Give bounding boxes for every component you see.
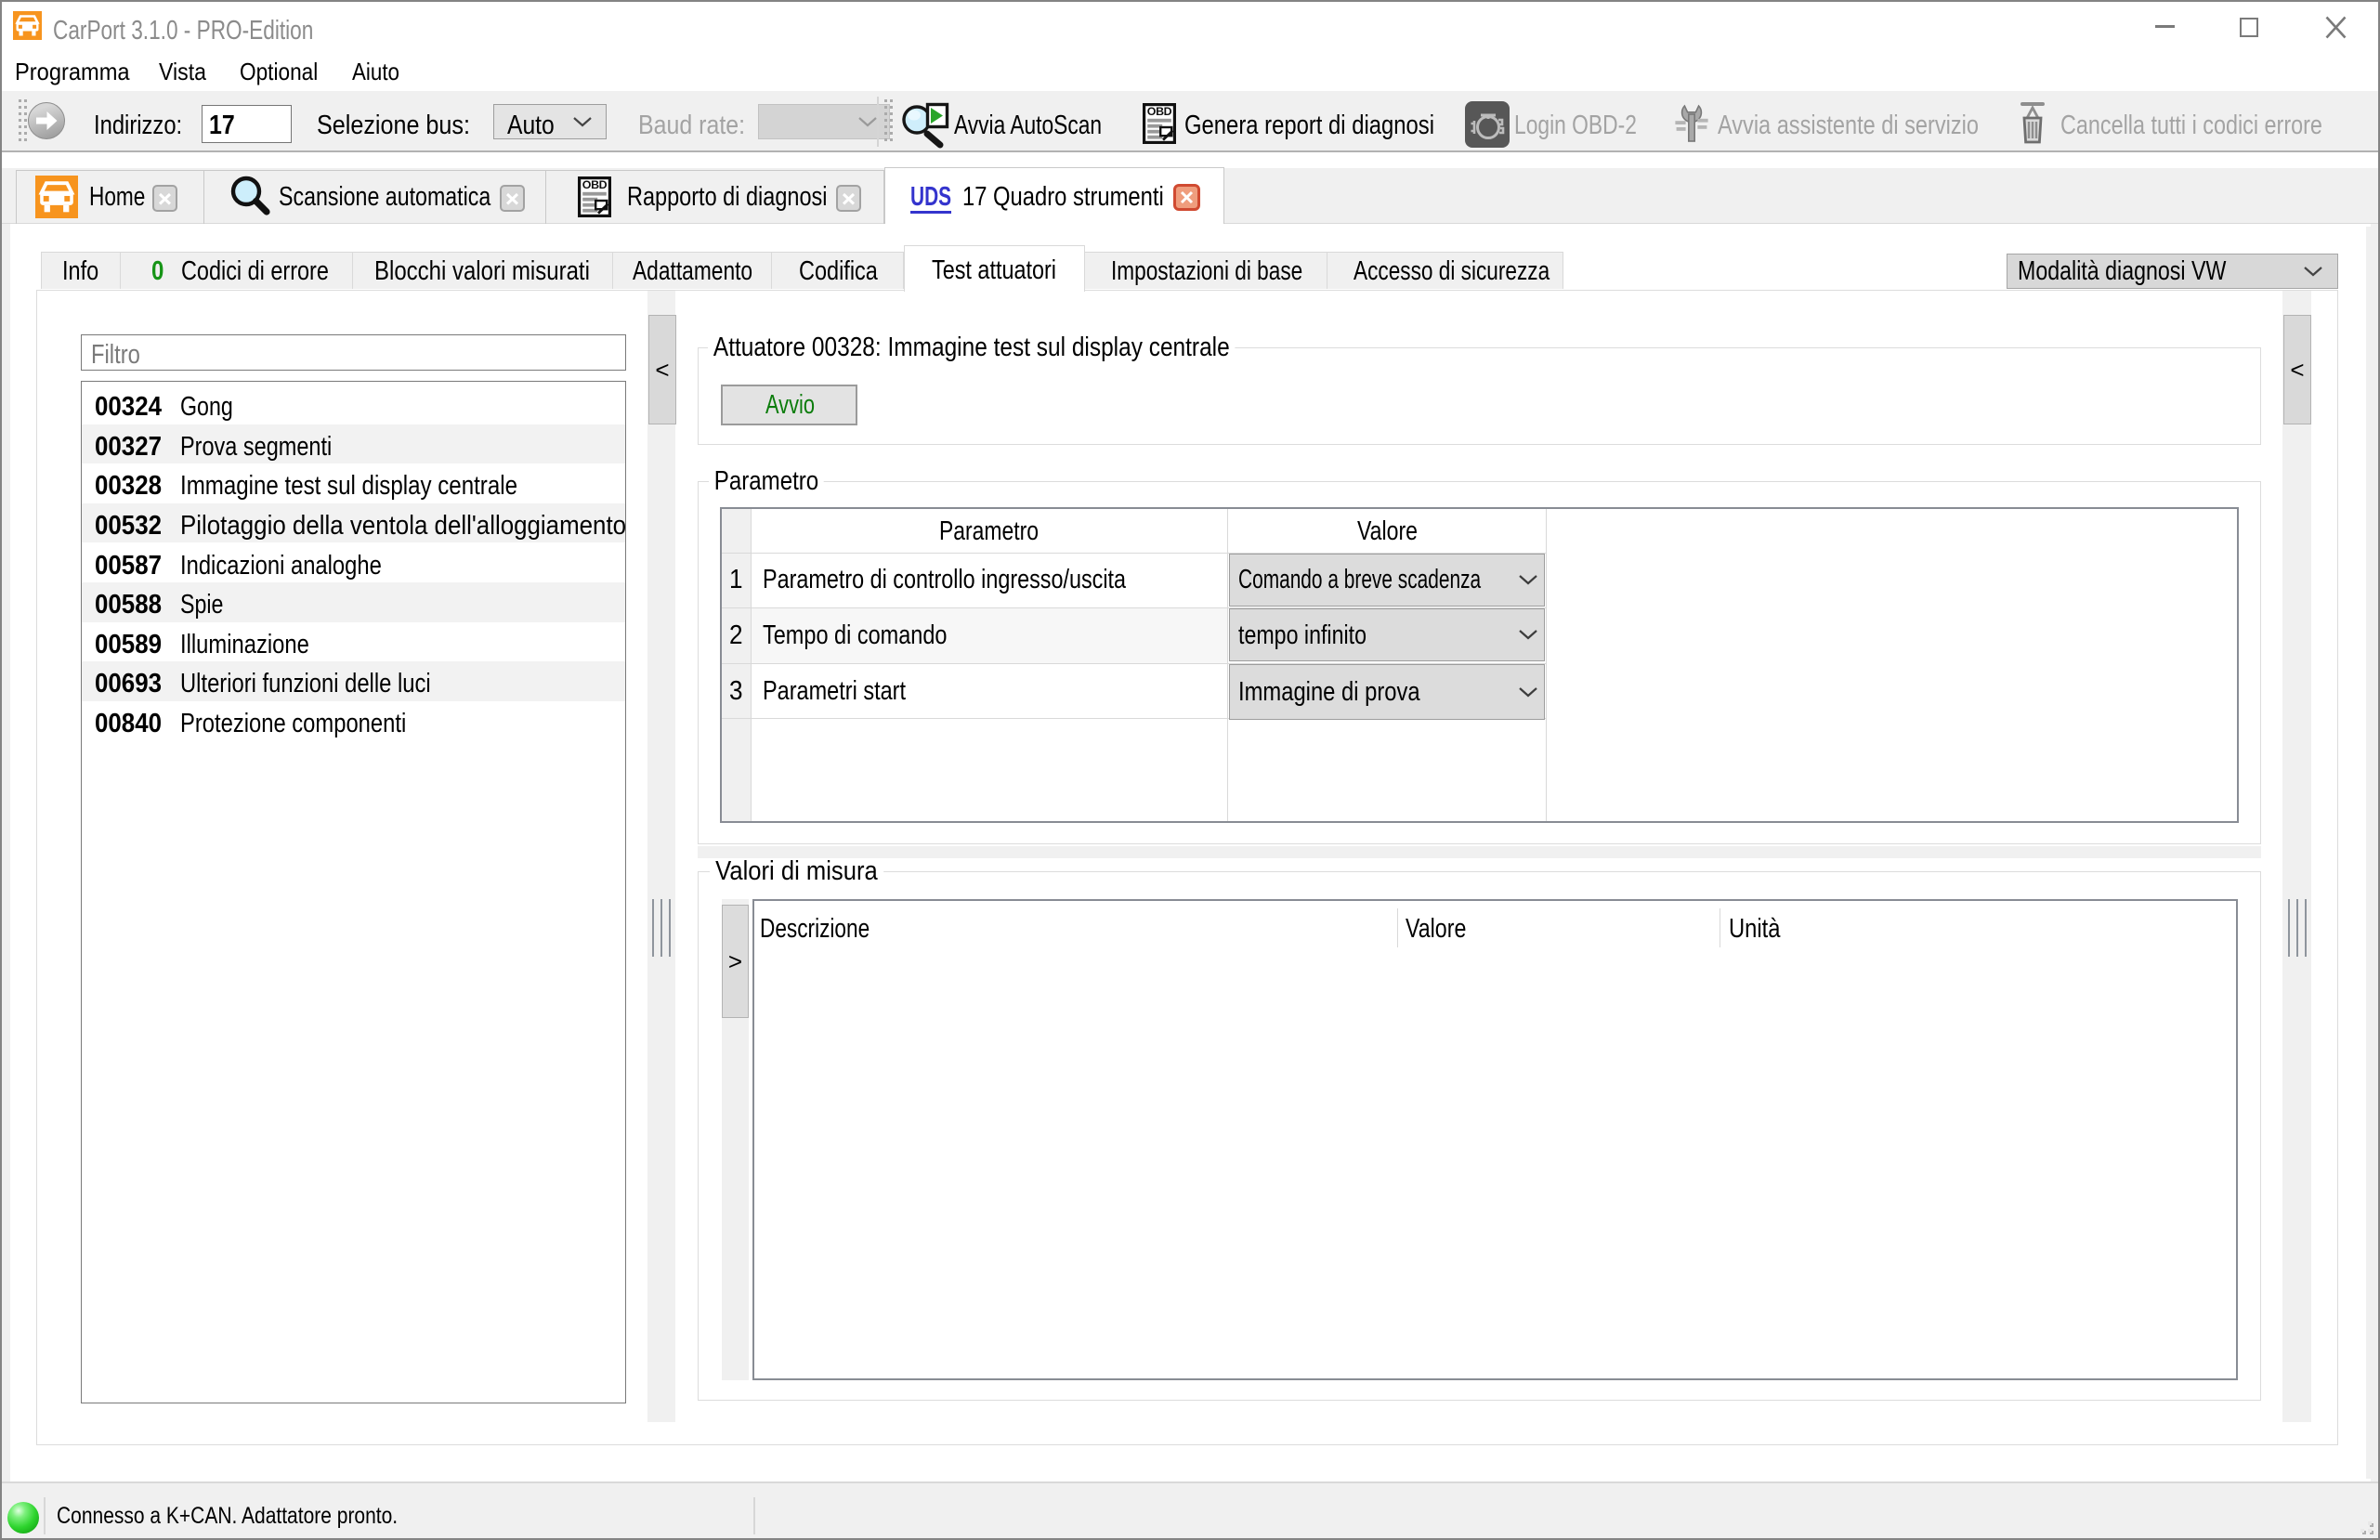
svg-text:OBD: OBD [582, 178, 608, 191]
svg-text:OBD: OBD [1147, 105, 1172, 118]
